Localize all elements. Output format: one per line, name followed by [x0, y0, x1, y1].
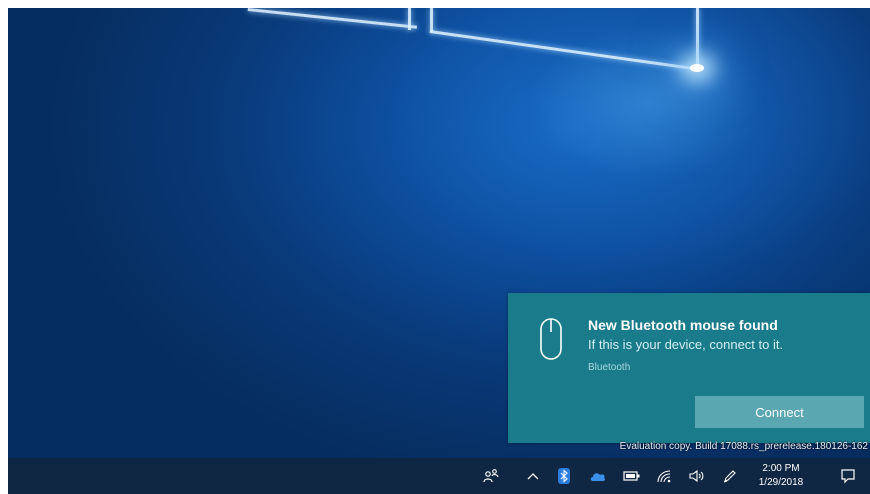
clock-date: 1/29/2018: [758, 477, 804, 488]
notification-source: Bluetooth: [588, 362, 631, 373]
wallpaper-light-beam: [430, 8, 433, 32]
people-icon[interactable]: [478, 458, 504, 494]
notification-body: If this is your device, connect to it.: [588, 337, 784, 352]
taskbar-clock[interactable]: 2:00 PM 1/29/2018: [746, 458, 816, 494]
evaluation-watermark: Evaluation copy. Build 17088.rs_prerelea…: [619, 441, 868, 452]
notification-title: New Bluetooth mouse found: [588, 317, 778, 333]
screen: New Bluetooth mouse found If this is you…: [8, 8, 870, 494]
wallpaper-glow: [690, 64, 704, 72]
bluetooth-notification[interactable]: New Bluetooth mouse found If this is you…: [508, 293, 870, 443]
mouse-icon: [540, 318, 562, 360]
onedrive-icon[interactable]: [586, 458, 610, 494]
connect-button[interactable]: Connect: [695, 396, 864, 428]
battery-icon[interactable]: [620, 458, 644, 494]
wifi-icon[interactable]: [652, 458, 676, 494]
bluetooth-icon[interactable]: [554, 458, 574, 494]
wallpaper-light-beam: [429, 30, 698, 71]
show-hidden-icons-chevron[interactable]: [522, 458, 544, 494]
clock-time: 2:00 PM: [762, 463, 800, 474]
pen-icon[interactable]: [718, 458, 742, 494]
wallpaper-light-beam: [408, 8, 411, 30]
wallpaper-light-beam: [696, 8, 699, 68]
wallpaper-light-beam: [247, 8, 418, 29]
taskbar[interactable]: 2:00 PM 1/29/2018: [8, 458, 870, 494]
action-center-icon[interactable]: [834, 458, 862, 494]
volume-icon[interactable]: [684, 458, 708, 494]
